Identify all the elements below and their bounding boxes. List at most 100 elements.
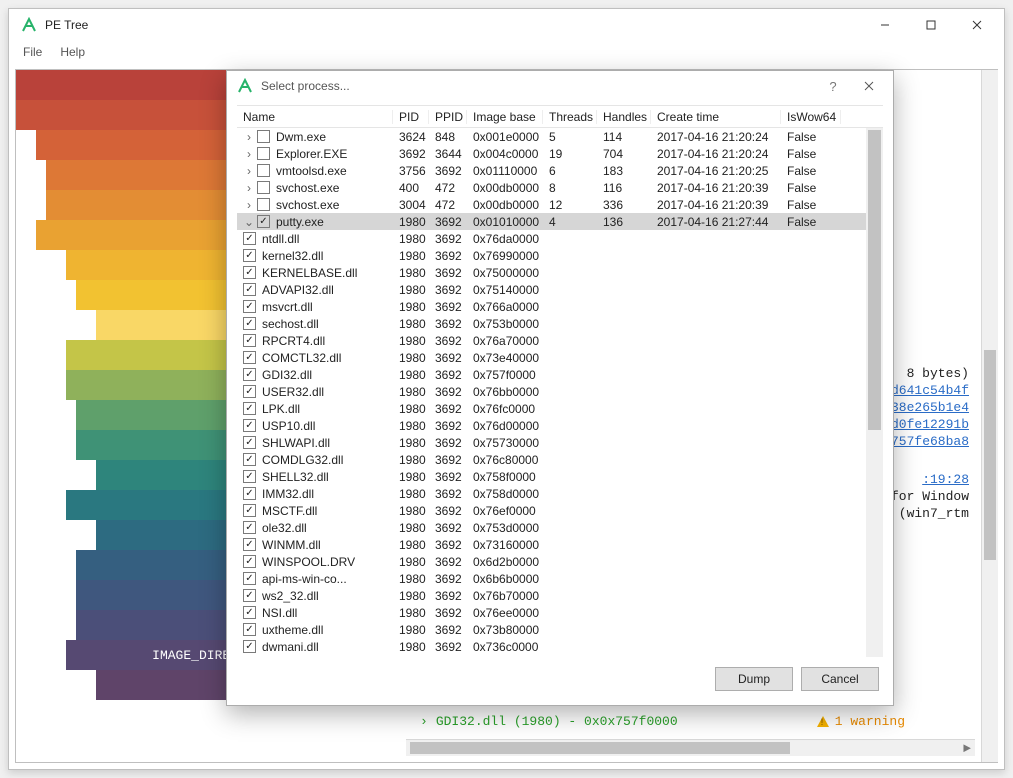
process-row[interactable]: ›svchost.exe4004720x00db000081162017-04-… — [237, 179, 883, 196]
module-row[interactable]: KERNELBASE.dll198036920x75000000 — [237, 264, 883, 281]
vscroll-thumb[interactable] — [984, 350, 996, 560]
module-row[interactable]: MSCTF.dll198036920x76ef0000 — [237, 502, 883, 519]
module-checkbox[interactable] — [243, 266, 256, 279]
process-list[interactable]: Name PID PPID Image base Threads Handles… — [237, 105, 883, 657]
dialog-titlebar[interactable]: Select process... ? — [227, 71, 893, 101]
cancel-button[interactable]: Cancel — [801, 667, 879, 691]
module-checkbox[interactable] — [243, 589, 256, 602]
process-row[interactable]: ›svchost.exe30044720x00db0000123362017-0… — [237, 196, 883, 213]
module-checkbox[interactable] — [243, 385, 256, 398]
module-row[interactable]: uxtheme.dll198036920x73b80000 — [237, 621, 883, 638]
chevron-right-icon[interactable]: › — [243, 198, 255, 212]
process-row[interactable]: ›vmtoolsd.exe375636920x0111000061832017-… — [237, 162, 883, 179]
dialog-vscrollbar[interactable] — [866, 128, 883, 657]
module-checkbox[interactable] — [243, 640, 256, 653]
process-checkbox[interactable] — [257, 215, 270, 228]
module-checkbox[interactable] — [243, 470, 256, 483]
process-row[interactable]: ⌄putty.exe198036920x0101000041362017-04-… — [237, 213, 883, 230]
col-ppid[interactable]: PPID — [429, 110, 467, 124]
dump-button[interactable]: Dump — [715, 667, 793, 691]
module-row[interactable]: GDI32.dll198036920x757f0000 — [237, 366, 883, 383]
module-row[interactable]: RPCRT4.dll198036920x76a70000 — [237, 332, 883, 349]
module-checkbox[interactable] — [243, 504, 256, 517]
module-checkbox[interactable] — [243, 300, 256, 313]
process-checkbox[interactable] — [257, 164, 270, 177]
module-checkbox[interactable] — [243, 419, 256, 432]
hash-link-3[interactable]: 757fe68ba8 — [891, 434, 969, 449]
col-name[interactable]: Name — [237, 110, 393, 124]
dialog-help-button[interactable]: ? — [815, 71, 851, 101]
main-vscrollbar[interactable] — [981, 70, 998, 762]
module-line[interactable]: ›GDI32.dll (1980) - 0x0x757f0000 — [420, 714, 678, 729]
scroll-right-icon[interactable]: ► — [959, 740, 975, 756]
module-checkbox[interactable] — [243, 351, 256, 364]
module-row[interactable]: USP10.dll198036920x76d00000 — [237, 417, 883, 434]
hash-link-1[interactable]: 38e265b1e4 — [891, 400, 969, 415]
col-iswow64[interactable]: IsWow64 — [781, 110, 841, 124]
module-row[interactable]: LPK.dll198036920x76fc0000 — [237, 400, 883, 417]
module-row[interactable]: IMM32.dll198036920x758d0000 — [237, 485, 883, 502]
col-base[interactable]: Image base — [467, 110, 543, 124]
col-handles[interactable]: Handles — [597, 110, 651, 124]
module-checkbox[interactable] — [243, 606, 256, 619]
details-hscrollbar[interactable]: ◄ ► — [406, 739, 975, 756]
chevron-right-icon[interactable]: › — [243, 181, 255, 195]
module-checkbox[interactable] — [243, 623, 256, 636]
module-checkbox[interactable] — [243, 283, 256, 296]
col-threads[interactable]: Threads — [543, 110, 597, 124]
minimize-button[interactable] — [862, 9, 908, 41]
menu-file[interactable]: File — [15, 43, 50, 61]
maximize-button[interactable] — [908, 9, 954, 41]
module-row[interactable]: ntdll.dll198036920x76da0000 — [237, 230, 883, 247]
module-row[interactable]: WINMM.dll198036920x73160000 — [237, 536, 883, 553]
chevron-down-icon[interactable]: ⌄ — [243, 215, 255, 229]
module-checkbox[interactable] — [243, 436, 256, 449]
close-button[interactable] — [954, 9, 1000, 41]
module-checkbox[interactable] — [243, 334, 256, 347]
module-row[interactable]: SHLWAPI.dll198036920x75730000 — [237, 434, 883, 451]
module-row[interactable]: NSI.dll198036920x76ee0000 — [237, 604, 883, 621]
module-row[interactable]: USER32.dll198036920x76bb0000 — [237, 383, 883, 400]
process-checkbox[interactable] — [257, 198, 270, 211]
module-row[interactable]: ole32.dll198036920x753d0000 — [237, 519, 883, 536]
hash-link-2[interactable]: d0fe12291b — [891, 417, 969, 432]
chevron-right-icon[interactable]: › — [243, 164, 255, 178]
process-checkbox[interactable] — [257, 181, 270, 194]
module-checkbox[interactable] — [243, 232, 256, 245]
module-row[interactable]: COMDLG32.dll198036920x76c80000 — [237, 451, 883, 468]
hash-link-0[interactable]: d641c54b4f — [891, 383, 969, 398]
process-row[interactable]: ›Explorer.EXE369236440x004c0000197042017… — [237, 145, 883, 162]
module-row[interactable]: COMCTL32.dll198036920x73e40000 — [237, 349, 883, 366]
module-checkbox[interactable] — [243, 555, 256, 568]
module-checkbox[interactable] — [243, 249, 256, 262]
module-row[interactable]: ADVAPI32.dll198036920x75140000 — [237, 281, 883, 298]
module-checkbox[interactable] — [243, 521, 256, 534]
module-row[interactable]: sechost.dll198036920x753b0000 — [237, 315, 883, 332]
module-checkbox[interactable] — [243, 572, 256, 585]
warning-label[interactable]: 1 warning — [817, 714, 905, 729]
hscroll-thumb[interactable] — [410, 742, 790, 754]
col-createtime[interactable]: Create time — [651, 110, 781, 124]
module-checkbox[interactable] — [243, 368, 256, 381]
module-row[interactable]: api-ms-win-co...198036920x6b6b0000 — [237, 570, 883, 587]
process-list-header[interactable]: Name PID PPID Image base Threads Handles… — [237, 106, 883, 128]
module-checkbox[interactable] — [243, 538, 256, 551]
module-checkbox[interactable] — [243, 487, 256, 500]
process-row[interactable]: ›Dwm.exe36248480x001e000051142017-04-16 … — [237, 128, 883, 145]
main-titlebar[interactable]: PE Tree — [9, 9, 1004, 41]
col-pid[interactable]: PID — [393, 110, 429, 124]
chevron-right-icon[interactable]: › — [243, 130, 255, 144]
module-row[interactable]: kernel32.dll198036920x76990000 — [237, 247, 883, 264]
dialog-close-button[interactable] — [851, 71, 887, 101]
module-checkbox[interactable] — [243, 402, 256, 415]
module-row[interactable]: SHELL32.dll198036920x758f0000 — [237, 468, 883, 485]
dialog-vscroll-thumb[interactable] — [868, 130, 881, 430]
process-checkbox[interactable] — [257, 147, 270, 160]
module-row[interactable]: WINSPOOL.DRV198036920x6d2b0000 — [237, 553, 883, 570]
module-checkbox[interactable] — [243, 317, 256, 330]
menu-help[interactable]: Help — [52, 43, 93, 61]
chevron-right-icon[interactable]: › — [243, 147, 255, 161]
process-checkbox[interactable] — [257, 130, 270, 143]
module-row[interactable]: ws2_32.dll198036920x76b70000 — [237, 587, 883, 604]
module-row[interactable]: msvcrt.dll198036920x766a0000 — [237, 298, 883, 315]
